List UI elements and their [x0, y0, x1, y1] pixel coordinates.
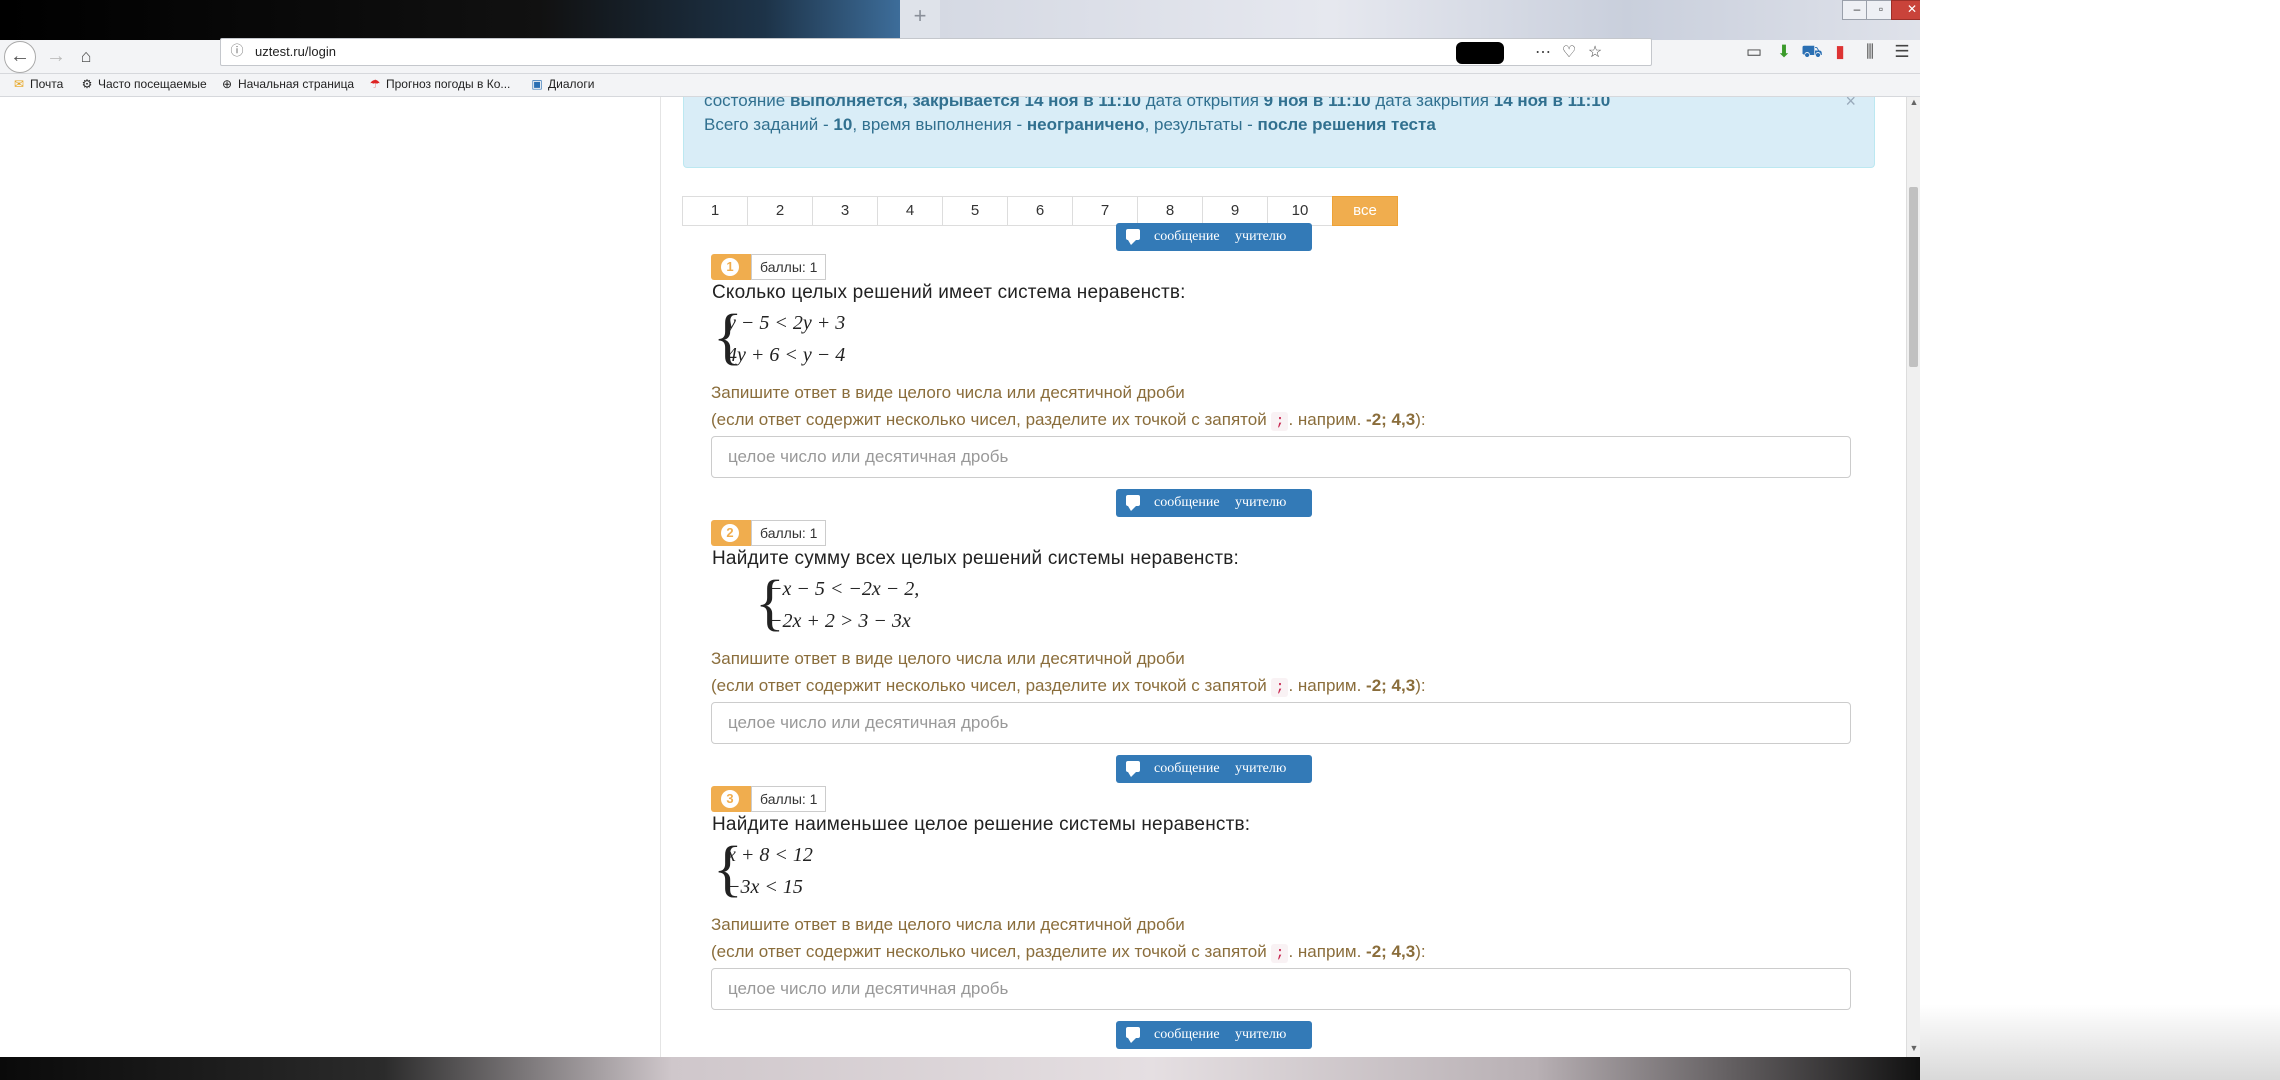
test-summary-line: Всего заданий - 10, время выполнения - н… [704, 115, 1436, 134]
test-status-line: состояние выполняется, закрывается 14 но… [704, 97, 1611, 110]
forward-button[interactable]: → [40, 40, 72, 73]
scroll-up-icon[interactable]: ▲ [1907, 97, 1921, 111]
page-7-button[interactable]: 7 [1072, 196, 1138, 226]
tab-bar-background [940, 0, 1920, 40]
question-badge: 2 баллы: 1 [711, 520, 827, 546]
question-number: 3 [721, 790, 739, 808]
bookmark-item[interactable]: ☂ Прогноз погоды в Ко... [368, 77, 511, 91]
mail-icon: ✉ [13, 77, 25, 91]
redacted-area [1456, 42, 1504, 64]
gear-icon: ⚙ [81, 77, 93, 91]
active-tab[interactable] [0, 0, 900, 40]
message-teacher-button[interactable]: сообщение учителю [1116, 1021, 1312, 1049]
extension-icon[interactable]: ▮ [1828, 42, 1852, 62]
arrow-right-icon: → [46, 45, 66, 67]
comment-icon [1126, 1027, 1140, 1043]
answer-format-hint: (если ответ содержит несколько чисел, ра… [711, 942, 1426, 963]
answer-hint: Запишите ответ в виде целого числа или д… [711, 383, 1185, 402]
download-icon[interactable]: ⬇ [1772, 42, 1796, 62]
page-all-button[interactable]: все [1332, 196, 1398, 226]
menu-icon[interactable]: ☰ [1890, 42, 1914, 62]
url-text[interactable]: uztest.ru/login [255, 44, 336, 59]
page-viewport: состояние выполняется, закрывается 14 но… [0, 97, 1906, 1057]
page-8-button[interactable]: 8 [1137, 196, 1203, 226]
url-bar[interactable]: ⓘ uztest.ru/login ⋯ ♡ ☆ [220, 38, 1652, 66]
library-icon[interactable]: ⫼ [1858, 42, 1882, 62]
answer-format-hint: (если ответ содержит несколько чисел, ра… [711, 410, 1426, 431]
bookmarks-bar: ✉ Почта ⚙ Часто посещаемые ⊕ Начальная стра… [0, 74, 1920, 97]
scrollbar-thumb[interactable] [1909, 187, 1918, 367]
page-3-button[interactable]: 3 [812, 196, 878, 226]
chat-icon: ▣ [531, 77, 543, 91]
question-score: баллы: 1 [751, 254, 827, 280]
page-1-button[interactable]: 1 [682, 196, 748, 226]
close-icon[interactable]: × [1845, 97, 1856, 112]
bookmark-item[interactable]: ⚙ Часто посещаемые [80, 77, 207, 91]
bookmark-star-icon[interactable]: ☆ [1585, 42, 1605, 62]
cart-icon[interactable]: ⛟ [1800, 42, 1824, 64]
page-9-button[interactable]: 9 [1202, 196, 1268, 226]
bookmark-item[interactable]: ⊕ Начальная страница [220, 77, 354, 91]
answer-input[interactable] [711, 702, 1851, 744]
reader-view-icon[interactable]: ▭ [1742, 42, 1766, 62]
question-text: Найдите сумму всех целых решений системы… [712, 548, 1239, 569]
umbrella-icon: ☂ [369, 77, 381, 91]
answer-format-hint: (если ответ содержит несколько чисел, ра… [711, 676, 1426, 697]
question-badge: 3 баллы: 1 [711, 786, 827, 812]
test-content: состояние выполняется, закрывается 14 но… [660, 97, 1891, 1057]
bookmark-item[interactable]: ✉ Почта [12, 77, 63, 91]
answer-hint: Запишите ответ в виде целого числа или д… [711, 649, 1185, 668]
desktop-background [1920, 0, 2280, 1080]
comment-icon [1126, 495, 1140, 511]
tab-bar: + – ▫ ✕ [0, 0, 1933, 40]
comment-icon [1126, 229, 1140, 245]
message-teacher-button[interactable]: сообщение учителю [1116, 223, 1312, 251]
question-pager: 1 2 3 4 5 6 7 8 9 10 все [682, 196, 1398, 226]
page-2-button[interactable]: 2 [747, 196, 813, 226]
question-badge: 1 баллы: 1 [711, 254, 827, 280]
question-score: баллы: 1 [751, 520, 827, 546]
answer-input[interactable] [711, 436, 1851, 478]
comment-icon [1126, 761, 1140, 777]
message-teacher-button[interactable]: сообщение учителю [1116, 755, 1312, 783]
question-number: 1 [721, 258, 739, 276]
new-tab-button[interactable]: + [908, 4, 932, 28]
pocket-icon[interactable]: ♡ [1559, 42, 1579, 62]
back-button[interactable]: ← [4, 41, 36, 73]
bookmark-item[interactable]: ▣ Диалоги [530, 77, 594, 91]
page-10-button[interactable]: 10 [1267, 196, 1333, 226]
desktop-wallpaper-strip [0, 1057, 1920, 1080]
arrow-left-icon: ← [10, 45, 30, 67]
home-icon: ⌂ [80, 46, 92, 66]
question-score: баллы: 1 [751, 786, 827, 812]
answer-hint: Запишите ответ в виде целого числа или д… [711, 915, 1185, 934]
home-button[interactable]: ⌂ [70, 40, 102, 73]
page-scrollbar[interactable]: ▲ ▼ [1906, 97, 1921, 1057]
answer-input[interactable] [711, 968, 1851, 1010]
page-5-button[interactable]: 5 [942, 196, 1008, 226]
test-info-alert: состояние выполняется, закрывается 14 но… [683, 97, 1875, 168]
question-number: 2 [721, 524, 739, 542]
question-text: Сколько целых решений имеет система нера… [712, 282, 1186, 303]
globe-icon: ⊕ [221, 77, 233, 91]
question-text: Найдите наименьшее целое решение системы… [712, 814, 1251, 835]
more-actions-icon[interactable]: ⋯ [1533, 42, 1553, 62]
page-6-button[interactable]: 6 [1007, 196, 1073, 226]
scroll-down-icon[interactable]: ▼ [1907, 1043, 1921, 1057]
page-4-button[interactable]: 4 [877, 196, 943, 226]
info-icon[interactable]: ⓘ [229, 43, 245, 59]
message-teacher-button[interactable]: сообщение учителю [1116, 489, 1312, 517]
